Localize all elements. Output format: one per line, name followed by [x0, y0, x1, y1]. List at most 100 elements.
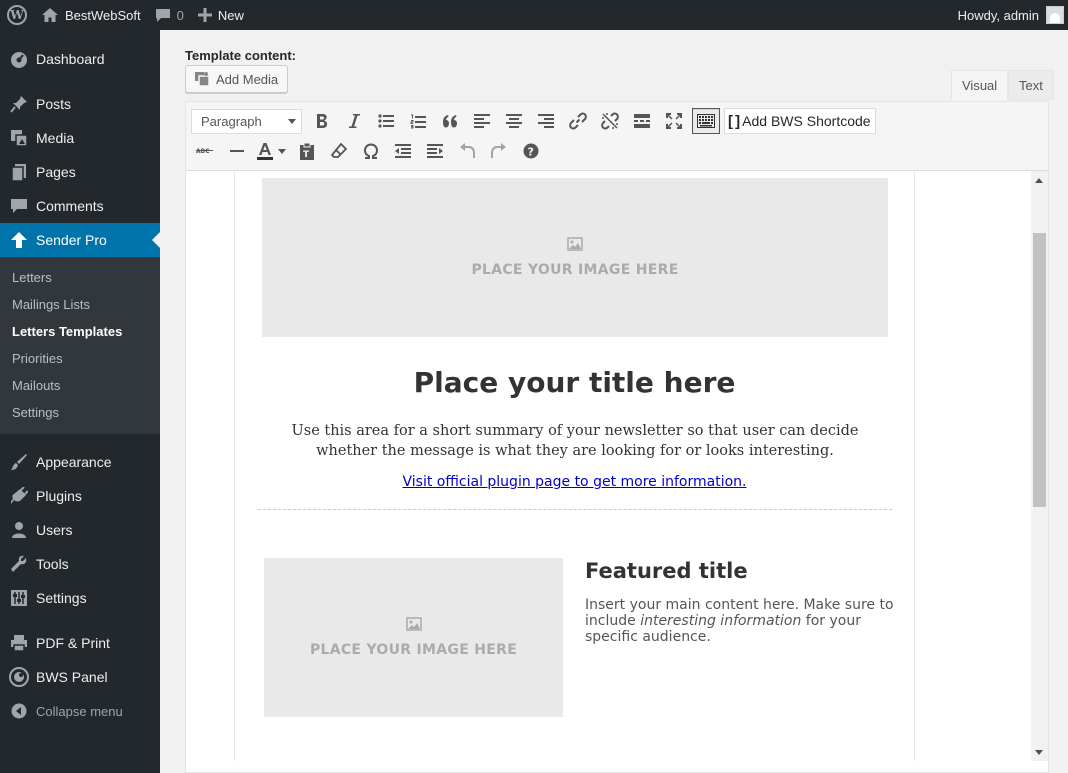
align-left-button[interactable]: [468, 108, 496, 134]
menu-settings-label: Settings: [36, 590, 87, 606]
numbered-list-button[interactable]: [404, 108, 432, 134]
new-content-link[interactable]: New: [191, 0, 251, 30]
scrollbar-thumb[interactable]: [1033, 233, 1046, 507]
add-media-button[interactable]: Add Media: [185, 65, 289, 93]
menu-pdf-print[interactable]: PDF & Print: [0, 626, 160, 660]
text-color-dropdown[interactable]: [275, 138, 289, 164]
admin-sidebar: Dashboard Posts Media Pages Comments Sen…: [0, 30, 160, 773]
add-media-label: Add Media: [216, 71, 279, 87]
svg-text:ABC: ABC: [196, 148, 210, 155]
unlink-icon: [601, 112, 619, 130]
outdent-icon: [395, 144, 411, 158]
indent-icon: [427, 144, 443, 158]
add-bws-shortcode-button[interactable]: [ ] Add BWS Shortcode: [724, 108, 876, 134]
menu-media-label: Media: [36, 130, 75, 146]
text-color-button[interactable]: [255, 138, 275, 164]
menu-pages-label: Pages: [36, 164, 76, 180]
image-icon: [567, 237, 583, 251]
menu-dashboard-label: Dashboard: [36, 51, 105, 67]
bold-button[interactable]: [308, 108, 336, 134]
italic-icon: [349, 114, 360, 128]
clipboard-icon: T: [300, 142, 314, 160]
image-placeholder-text: PLACE YOUR IMAGE HERE: [309, 642, 518, 658]
toolbar-toggle-button[interactable]: [692, 108, 720, 134]
italic-button[interactable]: [340, 108, 368, 134]
menu-comments-label: Comments: [36, 198, 104, 214]
collapse-menu-button[interactable]: Collapse menu: [0, 694, 160, 728]
menu-comments[interactable]: Comments: [0, 189, 160, 223]
menu-tools[interactable]: Tools: [0, 547, 160, 581]
paste-as-text-button[interactable]: T: [293, 138, 321, 164]
image-placeholder-small[interactable]: PLACE YOUR IMAGE HERE: [264, 558, 563, 717]
submenu-settings[interactable]: Settings: [0, 399, 160, 426]
increase-indent-button[interactable]: [421, 138, 449, 164]
editor-scrollbar[interactable]: [1031, 171, 1048, 761]
editor-content-area[interactable]: PLACE YOUR IMAGE HERE Place your title h…: [186, 171, 1048, 761]
submenu-priorities[interactable]: Priorities: [0, 345, 160, 372]
submenu-mailouts[interactable]: Mailouts: [0, 372, 160, 399]
image-placeholder-large[interactable]: PLACE YOUR IMAGE HERE: [262, 178, 888, 337]
tab-text[interactable]: Text: [1008, 70, 1054, 100]
editor-toolbar: Paragraph [] Add BWS Shortcode ABC T ?: [186, 102, 1048, 171]
collapse-icon: [9, 701, 29, 721]
help-icon: ?: [523, 143, 539, 159]
account-menu[interactable]: Howdy, admin: [951, 0, 1068, 30]
keyboard-shortcuts-button[interactable]: ?: [517, 138, 545, 164]
plugin-page-link[interactable]: Visit official plugin page to get more i…: [235, 474, 914, 490]
plus-icon: [197, 8, 212, 22]
user-icon: [9, 520, 29, 540]
redo-icon: [491, 143, 506, 158]
redo-button[interactable]: [485, 138, 513, 164]
read-more-icon: [634, 114, 650, 128]
undo-button[interactable]: [453, 138, 481, 164]
menu-pdf-print-label: PDF & Print: [36, 635, 110, 651]
align-right-button[interactable]: [532, 108, 560, 134]
align-center-button[interactable]: [500, 108, 528, 134]
menu-settings[interactable]: Settings: [0, 581, 160, 615]
menu-users[interactable]: Users: [0, 513, 160, 547]
bullet-list-icon: [378, 114, 394, 128]
menu-appearance[interactable]: Appearance: [0, 445, 160, 479]
menu-sender-pro[interactable]: Sender Pro: [0, 223, 160, 257]
menu-bws-panel[interactable]: BWS Panel: [0, 660, 160, 694]
insert-link-button[interactable]: [564, 108, 592, 134]
horizontal-line-button[interactable]: [223, 138, 251, 164]
submenu-mailings-lists[interactable]: Mailings Lists: [0, 291, 160, 318]
menu-media[interactable]: Media: [0, 121, 160, 155]
menu-pages[interactable]: Pages: [0, 155, 160, 189]
special-character-button[interactable]: [357, 138, 385, 164]
horizontal-line-icon: [230, 150, 244, 152]
new-label: New: [217, 7, 244, 23]
bullet-list-button[interactable]: [372, 108, 400, 134]
shortcode-label: Add BWS Shortcode: [742, 113, 871, 129]
strikethrough-button[interactable]: ABC: [191, 138, 219, 164]
format-select-value: Paragraph: [201, 113, 262, 129]
menu-dashboard[interactable]: Dashboard: [0, 42, 160, 76]
blockquote-button[interactable]: [436, 108, 464, 134]
menu-plugins[interactable]: Plugins: [0, 479, 160, 513]
submenu-letters[interactable]: Letters: [0, 264, 160, 291]
fullscreen-button[interactable]: [660, 108, 688, 134]
comments-link[interactable]: 0: [148, 0, 191, 30]
remove-link-button[interactable]: [596, 108, 624, 134]
scroll-down-icon[interactable]: [1035, 750, 1043, 755]
editor: Paragraph [] Add BWS Shortcode ABC T ? …: [185, 101, 1049, 773]
format-select[interactable]: Paragraph: [191, 108, 302, 134]
avatar: [1046, 6, 1064, 24]
brush-icon: [9, 452, 29, 472]
submenu-letters-templates[interactable]: Letters Templates: [0, 318, 160, 345]
menu-plugins-label: Plugins: [36, 488, 82, 504]
template-content-label: Template content:: [185, 48, 296, 63]
read-more-button[interactable]: [628, 108, 656, 134]
clear-formatting-button[interactable]: [325, 138, 353, 164]
site-name-link[interactable]: BestWebSoft: [34, 0, 148, 30]
tab-visual[interactable]: Visual: [951, 70, 1009, 100]
scroll-up-icon[interactable]: [1035, 178, 1043, 183]
featured-text: Insert your main content here. Make sure…: [585, 597, 895, 645]
wordpress-logo-button[interactable]: W: [0, 0, 34, 30]
image-icon: [405, 617, 422, 631]
omega-icon: [363, 143, 379, 159]
menu-posts[interactable]: Posts: [0, 87, 160, 121]
decrease-indent-button[interactable]: [389, 138, 417, 164]
pin-icon: [9, 94, 29, 114]
